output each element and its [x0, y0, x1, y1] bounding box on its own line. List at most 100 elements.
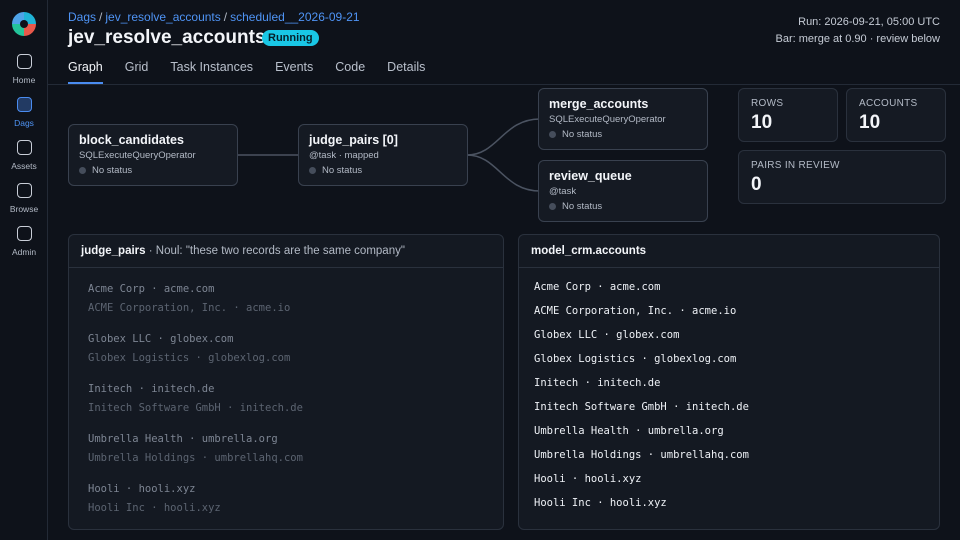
node-status: No status [309, 165, 457, 176]
page-header: Dags / jev_resolve_accounts / scheduled__202… [48, 0, 960, 85]
stat-value: 0 [751, 174, 762, 195]
node-status-label: No status [322, 165, 363, 176]
tab-code[interactable]: Code [335, 58, 365, 85]
node-title: merge_accounts [549, 97, 649, 111]
account-row: Initech Software GmbH · initech.de [534, 401, 749, 413]
tab-task-instances[interactable]: Task Instances [170, 58, 253, 85]
node-status-label: No status [562, 201, 603, 212]
account-row: Initech · initech.de [534, 377, 661, 389]
pair-record-b: ACME Corporation, Inc. · acme.io [88, 302, 291, 314]
task-node-judge-pairs[interactable]: judge_pairs [0] @task · mapped No status [298, 124, 468, 186]
edge-judge-merge [466, 118, 541, 156]
stat-label: PAIRS IN REVIEW [751, 160, 840, 171]
run-timestamp: Run: 2026-09-21, 05:00 UTC [798, 16, 940, 28]
node-operator: @task [549, 186, 577, 197]
home-icon [16, 54, 32, 69]
sidebar-item-label: Admin [11, 247, 37, 257]
pair-record-a: Acme Corp · acme.com [88, 283, 215, 295]
node-operator: SQLExecuteQueryOperator [79, 150, 196, 161]
stat-rows: ROWS 10 [738, 88, 838, 142]
admin-icon [16, 226, 32, 241]
tab-events[interactable]: Events [275, 58, 313, 85]
accounts-list: Acme Corp · acme.com ACME Corporation, I… [519, 268, 939, 515]
status-dot-icon [549, 131, 556, 138]
account-row: Globex Logistics · globexlog.com [534, 353, 737, 365]
tab-grid[interactable]: Grid [125, 58, 149, 85]
sidebar-item-label: Browse [9, 204, 39, 214]
sidebar-item-label: Assets [11, 161, 37, 171]
node-title: block_candidates [79, 133, 184, 147]
judge-pairs-panel: judge_pairs · Noul: "these two records a… [68, 234, 504, 530]
sidebar-item-browse[interactable]: Browse [0, 183, 48, 219]
account-row: Acme Corp · acme.com [534, 281, 661, 293]
node-status: No status [79, 165, 227, 176]
node-title: review_queue [549, 169, 632, 183]
breadcrumb-run[interactable]: scheduled__2026-09-21 [230, 10, 359, 24]
panel-title: model_crm.accounts [531, 245, 647, 257]
node-operator: @task · mapped [309, 150, 379, 161]
breadcrumb-separator: / [223, 10, 228, 24]
assets-icon [16, 140, 32, 155]
status-dot-icon [79, 167, 86, 174]
dags-icon [16, 97, 32, 112]
node-status: No status [549, 129, 697, 140]
pair-list: Acme Corp · acme.com ACME Corporation, I… [69, 268, 503, 518]
sidebar-item-dags[interactable]: Dags [0, 97, 48, 133]
pair-item: Acme Corp · acme.com ACME Corporation, I… [88, 280, 484, 318]
account-row: Hooli Inc · hooli.xyz [534, 497, 667, 509]
status-dot-icon [549, 203, 556, 210]
airflow-logo-icon[interactable] [11, 11, 37, 37]
sidebar-item-label: Home [12, 75, 36, 85]
node-operator: SQLExecuteQueryOperator [549, 114, 666, 125]
pair-item: Globex LLC · globex.com Globex Logistics… [88, 330, 484, 368]
breadcrumb-dag[interactable]: jev_resolve_accounts [105, 10, 220, 24]
status-dot-icon [309, 167, 316, 174]
account-row: ACME Corporation, Inc. · acme.io [534, 305, 737, 317]
pair-item: Umbrella Health · umbrella.org Umbrella … [88, 430, 484, 468]
panel-title: judge_pairs [81, 245, 146, 257]
task-node-block-candidates[interactable]: block_candidates SQLExecuteQueryOperator… [68, 124, 238, 186]
accounts-panel: model_crm.accounts Acme Corp · acme.com … [518, 234, 940, 530]
sidebar-item-home[interactable]: Home [0, 54, 48, 90]
tab-details[interactable]: Details [387, 58, 425, 85]
pair-record-b: Initech Software GmbH · initech.de [88, 402, 303, 414]
task-node-review-queue[interactable]: review_queue @task No status [538, 160, 708, 222]
account-row: Umbrella Health · umbrella.org [534, 425, 724, 437]
account-row: Umbrella Holdings · umbrellahq.com [534, 449, 749, 461]
stat-value: 10 [751, 112, 773, 133]
pair-record-b: Umbrella Holdings · umbrellahq.com [88, 452, 303, 464]
pair-record-a: Hooli · hooli.xyz [88, 483, 196, 495]
page-title: jev_resolve_accounts [68, 27, 266, 48]
node-status-label: No status [562, 129, 603, 140]
sidebar-item-assets[interactable]: Assets [0, 140, 48, 176]
node-status-label: No status [92, 165, 133, 176]
tab-graph[interactable]: Graph [68, 58, 103, 85]
sidebar-item-admin[interactable]: Admin [0, 226, 48, 262]
stat-pairs-in-review: PAIRS IN REVIEW 0 [738, 150, 946, 204]
breadcrumb: Dags / jev_resolve_accounts / scheduled__202… [68, 10, 360, 24]
pair-record-a: Umbrella Health · umbrella.org [88, 433, 278, 445]
edge-judge-review [466, 154, 541, 192]
node-title: judge_pairs [0] [309, 133, 398, 147]
pair-item: Hooli · hooli.xyz Hooli Inc · hooli.xyz [88, 480, 484, 518]
breadcrumb-separator: / [99, 10, 103, 24]
breadcrumb-dags[interactable]: Dags [68, 10, 96, 24]
pair-record-a: Globex LLC · globex.com [88, 333, 234, 345]
threshold-note: Bar: merge at 0.90 · review below [775, 33, 940, 45]
sidebar: Home Dags Assets Browse Admin [0, 0, 48, 540]
panel-header: model_crm.accounts [519, 235, 939, 268]
account-row: Globex LLC · globex.com [534, 329, 680, 341]
browse-icon [16, 183, 32, 198]
stat-value: 10 [859, 112, 881, 133]
status-badge: Running [262, 30, 319, 46]
stat-label: ACCOUNTS [859, 98, 918, 109]
tab-bar: Graph Grid Task Instances Events Code De… [68, 58, 447, 85]
run-info: Run: 2026-09-21, 05:00 UTC Bar: merge at… [776, 14, 940, 48]
panel-header: judge_pairs · Noul: "these two records a… [69, 235, 503, 268]
pair-record-a: Initech · initech.de [88, 383, 215, 395]
node-status: No status [549, 201, 697, 212]
task-node-merge-accounts[interactable]: merge_accounts SQLExecuteQueryOperator N… [538, 88, 708, 150]
stat-label: ROWS [751, 98, 784, 109]
pair-record-b: Globex Logistics · globexlog.com [88, 352, 291, 364]
panel-subtitle: · Noul: "these two records are the same … [145, 245, 405, 257]
